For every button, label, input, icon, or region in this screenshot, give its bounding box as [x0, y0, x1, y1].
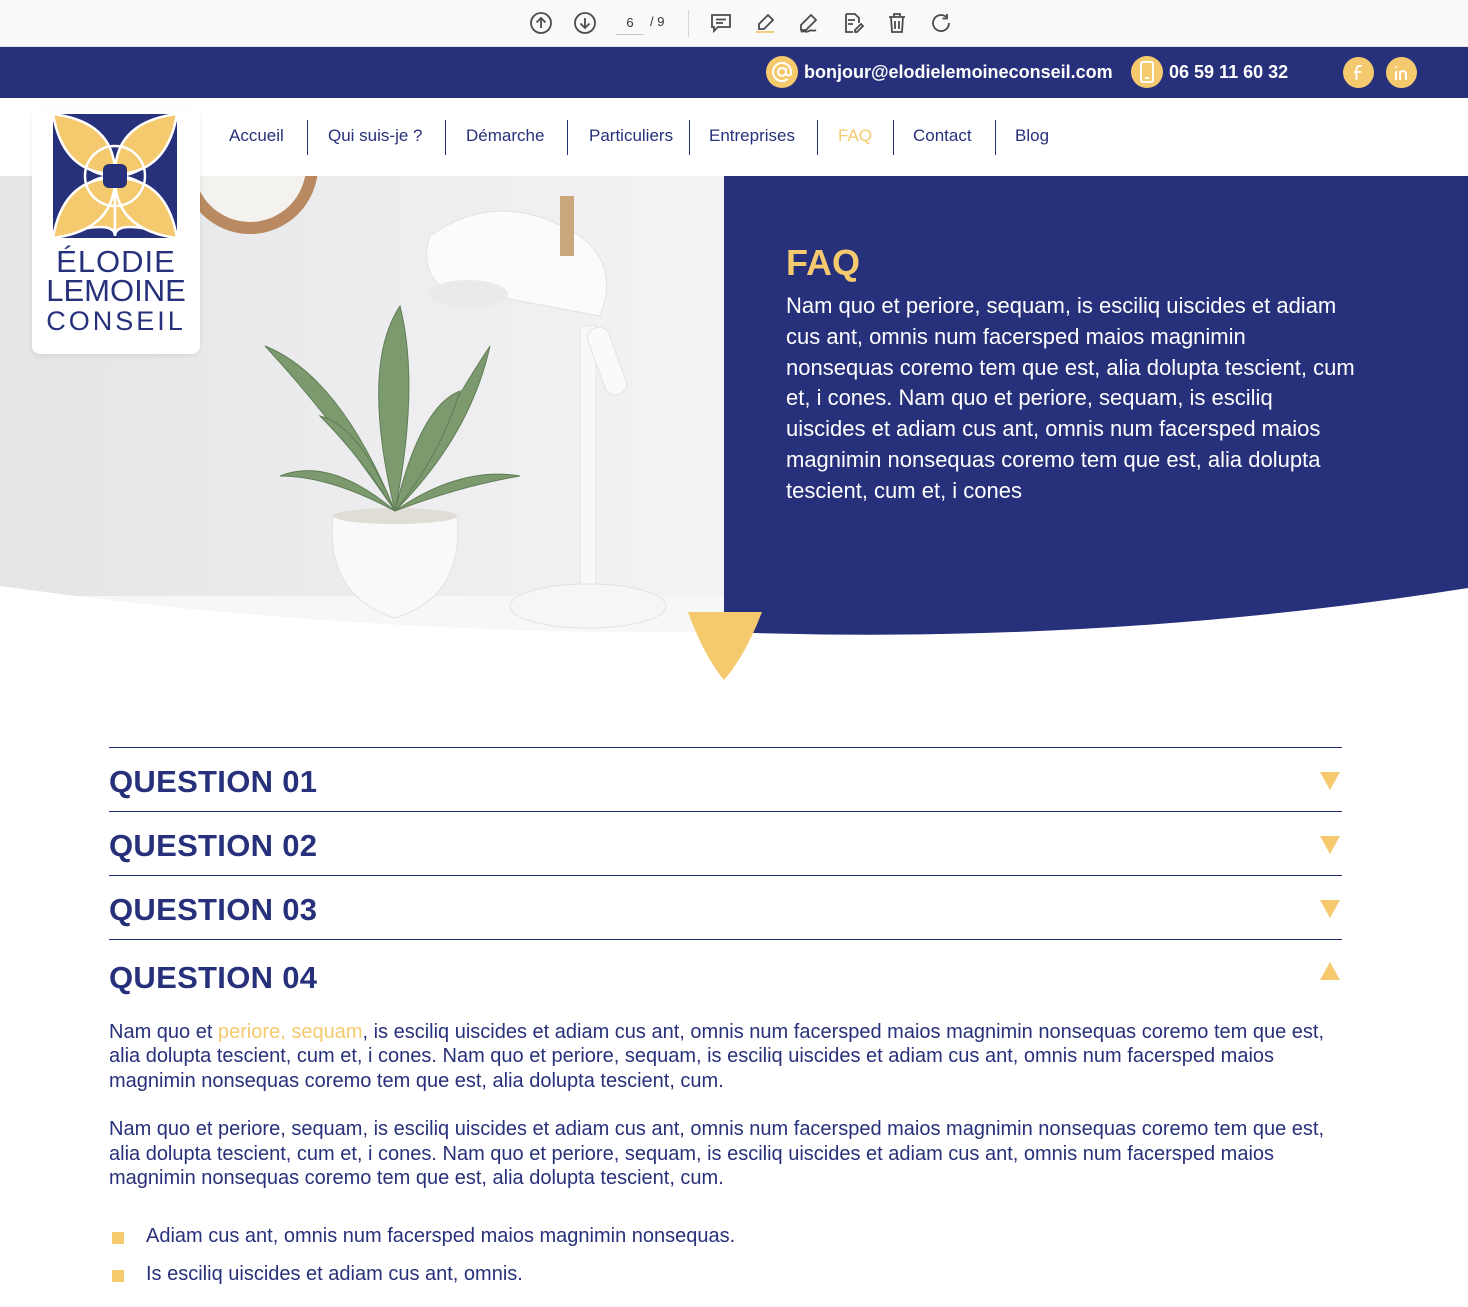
- highlight-icon[interactable]: [752, 10, 778, 36]
- nav-divider: [689, 120, 690, 155]
- faq-item-2[interactable]: QUESTION 02: [109, 811, 1342, 875]
- list-item: Adiam cus ant, omnis num facersped maios…: [109, 1224, 1342, 1248]
- list-item-text: Is esciliq uiscides et adiam cus ant, om…: [146, 1262, 523, 1285]
- nav-divider: [567, 120, 568, 155]
- viewer-toolbar: / 9: [0, 0, 1468, 47]
- question-label: QUESTION 03: [109, 892, 318, 927]
- faq-accordion: QUESTION 01 QUESTION 02 QUESTION 03 QUES…: [109, 747, 1342, 1299]
- logo-line-3: CONSEIL: [46, 306, 186, 336]
- nav-item-entreprises[interactable]: Entreprises: [709, 126, 795, 146]
- nav-item-contact[interactable]: Contact: [913, 126, 972, 146]
- question-label: QUESTION 04: [109, 960, 318, 995]
- nav-divider: [445, 120, 446, 155]
- brand-logo[interactable]: ÉLODIE LEMOINE CONSEIL: [32, 112, 200, 354]
- email-text: bonjour@elodielemoineconseil.com: [804, 61, 1113, 82]
- at-icon: [766, 56, 798, 88]
- list-item-text: Adiam cus ant, omnis num facersped maios…: [146, 1225, 736, 1248]
- draw-icon[interactable]: [796, 10, 822, 36]
- email-contact[interactable]: bonjour@elodielemoineconseil.com: [766, 56, 1113, 88]
- faq-answer: Nam quo et periore, sequam, is esciliq u…: [109, 1010, 1342, 1286]
- logo-line-2: LEMOINE: [46, 273, 186, 308]
- edit-page-icon[interactable]: [840, 10, 866, 36]
- answer-highlight: periore, sequam: [217, 1021, 363, 1043]
- nav-item-faq[interactable]: FAQ: [838, 126, 872, 146]
- trash-icon[interactable]: [884, 10, 910, 36]
- faq-item-1[interactable]: QUESTION 01: [109, 747, 1342, 811]
- phone-icon: [1131, 56, 1163, 88]
- nav-divider: [995, 120, 996, 155]
- answer-paragraph-2: Nam quo et periore, sequam, is esciliq u…: [109, 1118, 1325, 1190]
- answer-bullet-list: Adiam cus ant, omnis num facersped maios…: [109, 1224, 1342, 1286]
- square-bullet-icon: [112, 1232, 124, 1245]
- faq-item-3[interactable]: QUESTION 03: [109, 875, 1342, 939]
- chevron-down-icon: [1320, 772, 1340, 790]
- phone-text: 06 59 11 60 32: [1169, 61, 1289, 82]
- square-bullet-icon: [112, 1269, 124, 1282]
- question-label: QUESTION 01: [109, 764, 318, 799]
- chevron-down-icon: [1320, 900, 1340, 918]
- nav-item-demarche[interactable]: Démarche: [466, 126, 544, 146]
- scroll-down-arrow-icon[interactable]: [688, 612, 762, 680]
- nav-item-qui-suis-je[interactable]: Qui suis-je ?: [328, 126, 422, 146]
- nav-divider: [893, 120, 894, 155]
- question-label: QUESTION 02: [109, 828, 318, 863]
- chevron-down-icon: [1320, 836, 1340, 854]
- toolbar-divider: [688, 10, 689, 37]
- answer-text: Nam quo et: [109, 1021, 218, 1043]
- nav-item-particuliers[interactable]: Particuliers: [589, 126, 673, 146]
- contact-bar: bonjour@elodielemoineconseil.com 06 59 1…: [0, 47, 1468, 98]
- nav-divider: [307, 120, 308, 155]
- facebook-icon[interactable]: [1343, 57, 1374, 88]
- page-total: / 9: [650, 14, 665, 29]
- faq-item-4[interactable]: QUESTION 04 Nam quo et periore, sequam, …: [109, 939, 1342, 1286]
- arrow-down-circle-icon[interactable]: [572, 10, 598, 36]
- arrow-up-circle-icon[interactable]: [528, 10, 554, 36]
- nav-item-accueil[interactable]: Accueil: [229, 126, 284, 146]
- main-nav: Accueil Qui suis-je ? Démarche Particuli…: [0, 98, 1468, 176]
- redo-icon[interactable]: [928, 10, 954, 36]
- page-number-input[interactable]: [616, 11, 644, 35]
- page-title: FAQ: [786, 242, 861, 283]
- phone-contact[interactable]: 06 59 11 60 32: [1131, 56, 1288, 88]
- comment-icon[interactable]: [708, 10, 734, 36]
- logo-flower-icon: [53, 114, 177, 238]
- hero-section: FAQ Nam quo et periore, sequam, is escil…: [0, 176, 1468, 686]
- hero-intro-text: Nam quo et periore, sequam, is esciliq u…: [786, 293, 1355, 503]
- list-item: Is esciliq uiscides et adiam cus ant, om…: [109, 1262, 1342, 1286]
- nav-divider: [817, 120, 818, 155]
- nav-item-blog[interactable]: Blog: [1015, 126, 1049, 146]
- answer-paragraph-1: Nam quo et periore, sequam, is esciliq u…: [109, 1020, 1342, 1093]
- linkedin-icon[interactable]: [1386, 57, 1417, 88]
- chevron-up-icon: [1320, 962, 1340, 980]
